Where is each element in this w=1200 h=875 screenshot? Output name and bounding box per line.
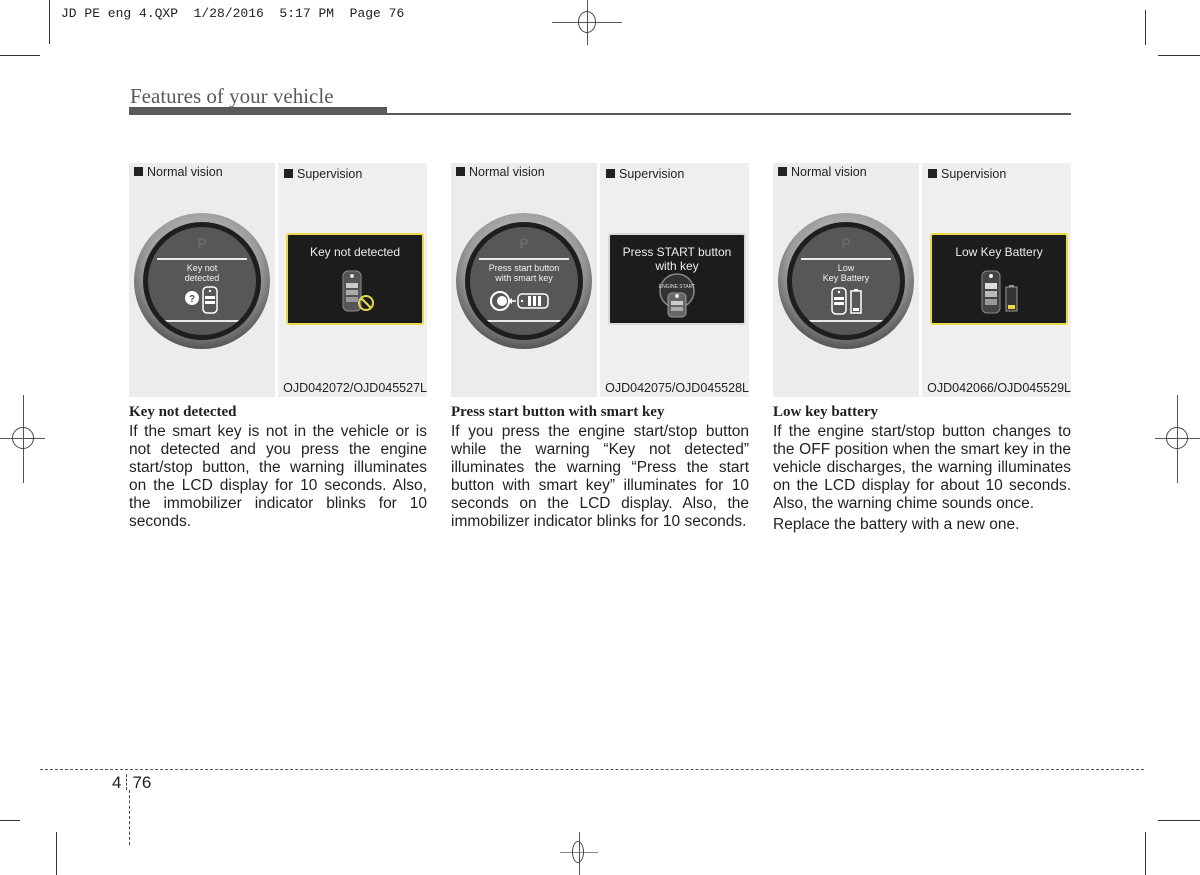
bullet-square-icon — [778, 167, 787, 176]
crop-mark — [0, 55, 40, 56]
print-slug: JD PE eng 4.QXP 1/28/2016 5:17 PM Page 7… — [61, 6, 405, 21]
gear-indicator: P — [519, 235, 529, 251]
gear-indicator: P — [841, 235, 851, 251]
section-paragraph: If you press the engine start/stop butto… — [451, 423, 749, 530]
section-paragraph: If the smart key is not in the vehicle o… — [129, 423, 427, 530]
figure-press-start-button: Normal vision P Press start button with … — [451, 163, 749, 397]
bullet-square-icon — [284, 169, 293, 178]
section-press-start-button: Press start button with smart key If you… — [451, 403, 749, 531]
section-key-not-detected: Key not detected If the smart key is not… — [129, 403, 427, 531]
gauge-cluster: P Key not detected ? — [134, 213, 270, 349]
key-low-battery-icon — [792, 285, 900, 317]
figure-code: OJD042066/OJD045529L — [927, 381, 1071, 395]
normal-vision-panel: Normal vision P Key not detected ? — [129, 163, 275, 397]
lcd-warning-text: Key not detected — [309, 245, 401, 259]
gauge-cluster: P Press start button with smart key — [456, 213, 592, 349]
supervision-label: Supervision — [941, 167, 1007, 181]
figure-low-key-battery: Normal vision P Low Key Battery Supervis… — [773, 163, 1071, 397]
title-underline-thick — [129, 107, 387, 115]
section-heading: Key not detected — [129, 404, 237, 420]
gauge-cluster: P Low Key Battery — [778, 213, 914, 349]
registration-mark — [0, 395, 48, 485]
section-low-key-battery: Low key battery If the engine start/stop… — [773, 403, 1071, 534]
bullet-square-icon — [456, 167, 465, 176]
page-number-value: 76 — [132, 773, 152, 792]
crop-mark — [56, 832, 57, 875]
lcd-display: Press START button with key ENGINE START — [608, 233, 746, 325]
registration-mark — [552, 0, 632, 48]
gauge-warning-text: Key not detected — [184, 263, 220, 283]
chapter-number: 4 — [112, 773, 122, 792]
supervision-label: Supervision — [619, 167, 685, 181]
bullet-square-icon — [606, 169, 615, 178]
registration-mark — [555, 832, 635, 875]
supervision-label: Supervision — [297, 167, 363, 181]
lcd-warning-text: Low Key Battery — [955, 245, 1043, 259]
page-number: 4 76 — [112, 773, 151, 793]
normal-vision-label: Normal vision — [791, 165, 867, 179]
figure-key-not-detected: Normal vision P Key not detected ? Super… — [129, 163, 427, 397]
normal-vision-label: Normal vision — [469, 165, 545, 179]
crop-mark — [1145, 832, 1146, 875]
figure-code: OJD042072/OJD045527L — [283, 381, 427, 395]
engine-start-label: ENGINE START — [659, 284, 696, 290]
footer-rule — [40, 769, 1144, 770]
crop-mark — [49, 0, 50, 44]
footer-divider — [129, 790, 130, 845]
figure-code: OJD042075/OJD045528L — [605, 381, 749, 395]
title-underline-thin — [387, 113, 1071, 115]
crop-mark — [1145, 10, 1146, 45]
svg-text:?: ? — [189, 294, 195, 305]
section-paragraph: Replace the battery with a new one. — [773, 516, 1020, 533]
section-paragraph: If the engine start/stop button changes … — [773, 423, 1071, 512]
question-key-icon: ? — [148, 285, 256, 317]
crop-mark — [0, 820, 20, 821]
engine-start-key-icon: ENGINE START — [610, 265, 744, 319]
bullet-square-icon — [134, 167, 143, 176]
supervision-panel: Supervision Low Key Battery — [922, 163, 1071, 397]
supervision-panel: Supervision Press START button with key … — [600, 163, 749, 397]
lcd-display: Low Key Battery — [930, 233, 1068, 325]
lcd-display: Key not detected — [286, 233, 424, 325]
normal-vision-label: Normal vision — [147, 165, 223, 179]
gear-indicator: P — [197, 235, 207, 251]
section-heading: Low key battery — [773, 404, 878, 420]
key-low-battery-icon — [932, 265, 1066, 319]
supervision-panel: Supervision Key not detected — [278, 163, 427, 397]
normal-vision-panel: Normal vision P Press start button with … — [451, 163, 597, 397]
start-button-key-icon — [470, 285, 578, 317]
crop-mark — [1158, 55, 1200, 56]
gauge-warning-text: Press start button with smart key — [488, 263, 560, 283]
crop-mark — [1158, 820, 1200, 821]
section-heading: Press start button with smart key — [451, 404, 665, 420]
key-fob-prohibited-icon — [288, 265, 422, 319]
gauge-warning-text: Low Key Battery — [822, 263, 870, 283]
section-title: Features of your vehicle — [130, 84, 334, 108]
bullet-square-icon — [928, 169, 937, 178]
registration-mark — [1152, 395, 1200, 485]
normal-vision-panel: Normal vision P Low Key Battery — [773, 163, 919, 397]
